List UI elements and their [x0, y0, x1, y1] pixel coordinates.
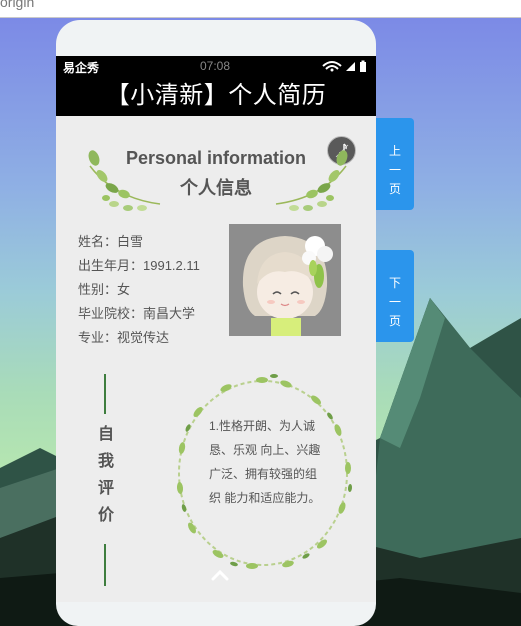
self-evaluation-decor-bottom [104, 544, 118, 586]
status-bar: 易企秀 07:08 [56, 56, 376, 76]
self-evaluation-line: 广泛、拥有较强的组 [209, 467, 318, 481]
carrier-label: 易企秀 [63, 61, 100, 75]
heading-char: 我 [97, 453, 114, 470]
resume-page[interactable]: Personal information 个人信息 姓名：白雪 出生年月：199… [56, 116, 376, 602]
next-page-button[interactable]: 下 一 页 [376, 250, 414, 342]
prev-char: 一 [388, 163, 401, 177]
chevron-up-icon[interactable] [210, 568, 230, 582]
heading-char: 自 [97, 426, 114, 443]
self-evaluation-decor [104, 374, 118, 414]
signal-battery-icon [322, 60, 366, 72]
next-char: 页 [388, 314, 401, 328]
self-evaluation-line: 1.性格开朗、为人诚 [209, 419, 316, 433]
self-evaluation-text: 1.性格开朗、为人诚 恳、乐观 向上、兴趣 广泛、拥有较强的组 织 能力和适应能… [209, 414, 329, 510]
page-title: 【小清新】个人简历 [56, 76, 376, 116]
prev-char: 页 [388, 182, 401, 196]
clock: 07:08 [200, 59, 231, 73]
info-major: 专业：视觉传达 [78, 330, 170, 345]
browser-address-bar[interactable]: origin [0, 0, 521, 18]
info-name: 姓名：白雪 [78, 234, 144, 249]
info-gender: 性别：女 [78, 282, 131, 297]
personal-info-list: 姓名：白雪 出生年月：1991.2.11 性别：女 毕业院校：南昌大学 专业：视… [78, 230, 200, 350]
heading-char: 价 [97, 507, 114, 524]
phone-screen: 易企秀 07:08 【小清新】个人简历 Personal information… [56, 56, 376, 602]
prev-char: 上 [388, 144, 401, 158]
divider-top [104, 374, 106, 414]
prev-page-button[interactable]: 上 一 页 [376, 118, 414, 210]
avatar-illustration [229, 224, 341, 336]
address-text: origin [0, 0, 35, 10]
heading-char: 评 [97, 480, 114, 497]
self-evaluation-line: 恳、乐观 向上、兴趣 [209, 443, 321, 457]
info-birthdate: 出生年月：1991.2.11 [78, 258, 200, 273]
info-school: 毕业院校：南昌大学 [78, 306, 196, 321]
section-title-en: Personal information [125, 148, 307, 168]
avatar [229, 224, 341, 336]
self-evaluation-heading: 自 我 评 价 [96, 421, 116, 529]
next-char: 下 [388, 276, 401, 290]
self-evaluation-line: 织 能力和适应能力。 [209, 491, 321, 505]
section-title-cn: 个人信息 [180, 178, 252, 198]
divider-bottom [104, 544, 106, 586]
next-char: 一 [388, 295, 401, 309]
